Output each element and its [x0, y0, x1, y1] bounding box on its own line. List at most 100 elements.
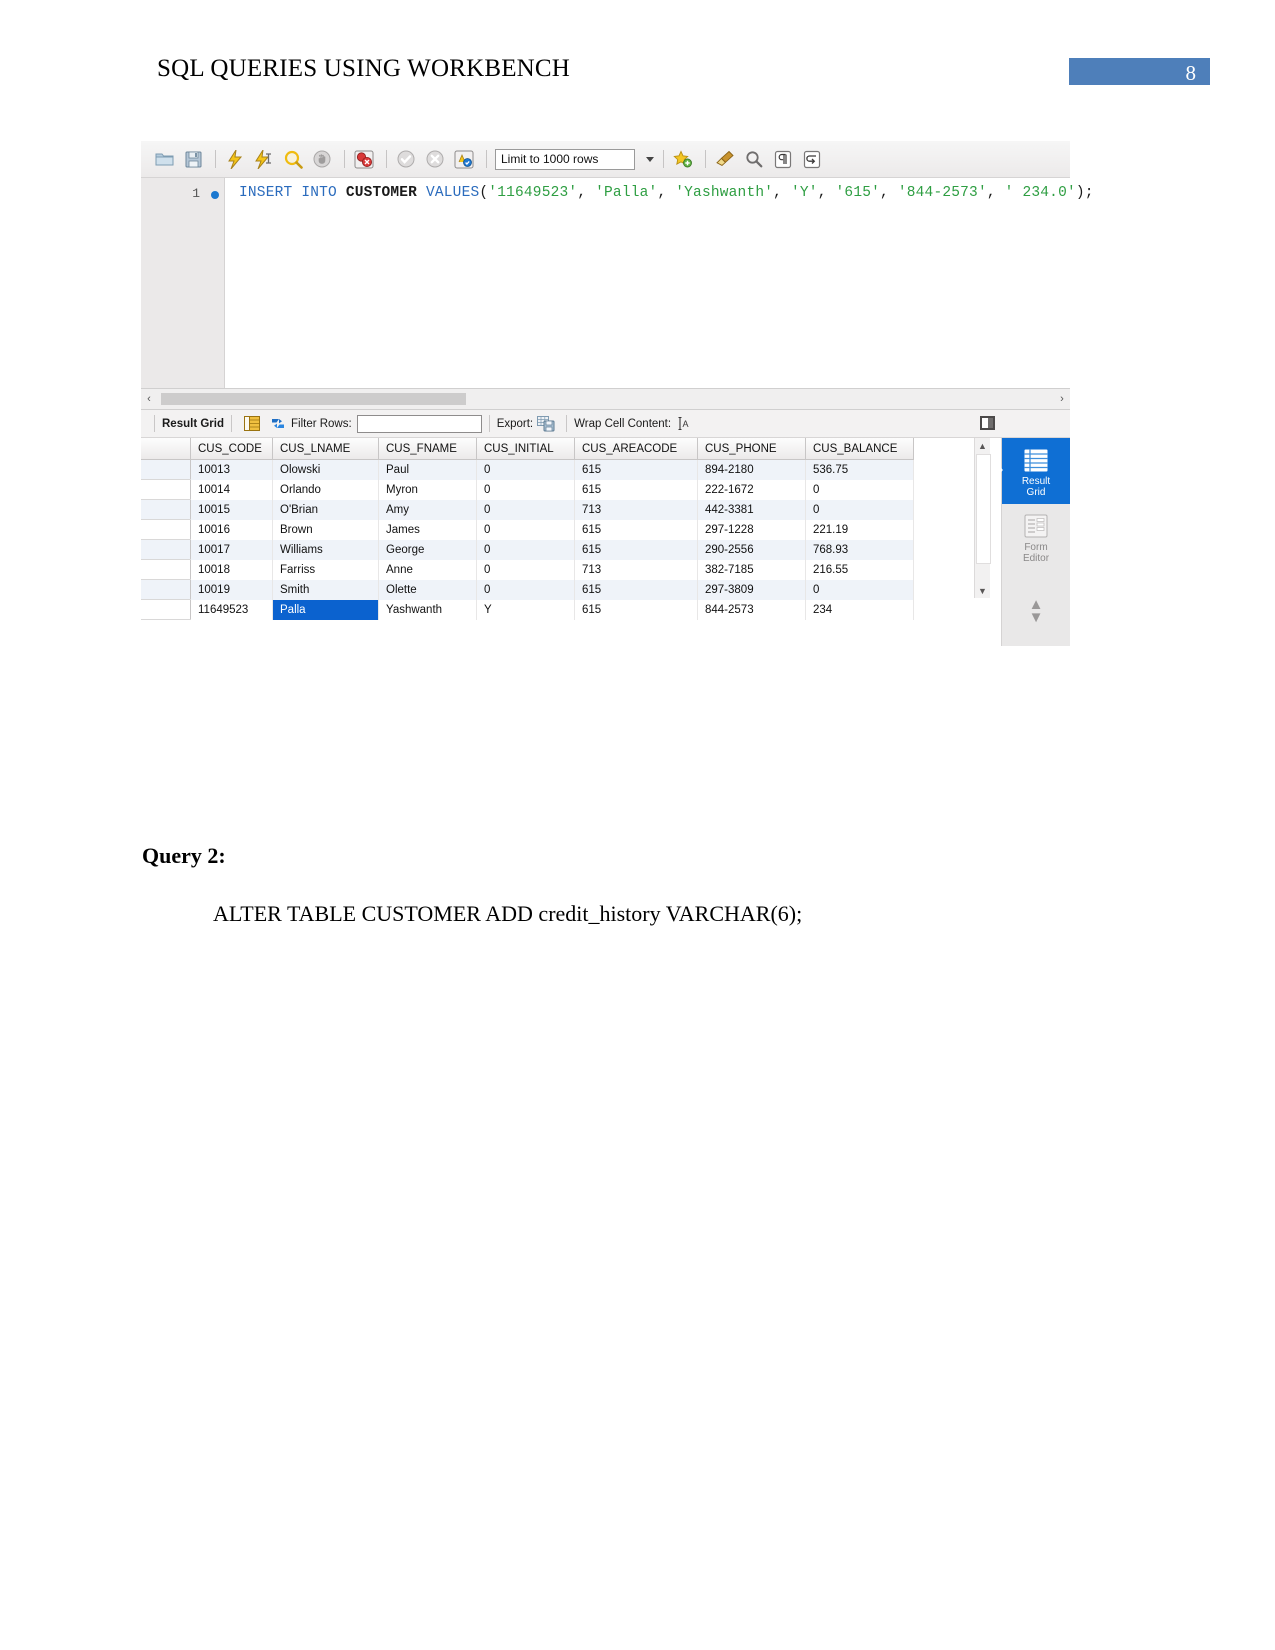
- stop-query-icon[interactable]: [309, 147, 335, 171]
- scrollbar-thumb[interactable]: [161, 393, 466, 405]
- table-row[interactable]: 10017 Williams George 0 615 290-2556 768.93: [141, 539, 914, 560]
- table-cell[interactable]: 0: [476, 559, 575, 580]
- scroll-left-icon[interactable]: ‹: [141, 389, 157, 409]
- table-cell[interactable]: Orlando: [272, 479, 379, 500]
- table-cell[interactable]: 615: [574, 539, 698, 560]
- column-header[interactable]: CUS_BALANCE: [805, 438, 914, 460]
- filter-rows-input[interactable]: [356, 414, 482, 433]
- table-cell[interactable]: 11649523: [190, 599, 273, 620]
- table-cell[interactable]: 0: [476, 479, 575, 500]
- table-cell[interactable]: 10013: [190, 459, 273, 480]
- table-cell[interactable]: 536.75: [805, 459, 914, 480]
- save-snippet-icon[interactable]: [670, 147, 696, 171]
- wrap-cell-content-icon[interactable]: A: [674, 414, 694, 434]
- sql-editor[interactable]: 1 INSERT INTO CUSTOMER VALUES('11649523'…: [141, 178, 1094, 389]
- grid-vertical-scrollbar[interactable]: ▲ ▼: [974, 438, 991, 598]
- execute-statement-icon[interactable]: [222, 147, 248, 171]
- scroll-right-icon[interactable]: ›: [1054, 389, 1070, 409]
- table-cell[interactable]: 615: [574, 459, 698, 480]
- table-cell[interactable]: Palla: [272, 599, 379, 620]
- table-cell[interactable]: James: [378, 519, 477, 540]
- row-selector[interactable]: [141, 599, 191, 620]
- column-header[interactable]: CUS_FNAME: [378, 438, 477, 460]
- toggle-autocommit-icon[interactable]: [451, 147, 477, 171]
- editor-horizontal-scrollbar[interactable]: ‹ ›: [141, 389, 1070, 410]
- row-selector[interactable]: [141, 459, 191, 480]
- toggle-side-panel-icon[interactable]: [980, 416, 995, 430]
- rollback-icon[interactable]: [422, 147, 448, 171]
- column-header[interactable]: CUS_AREACODE: [574, 438, 698, 460]
- table-cell[interactable]: 10017: [190, 539, 273, 560]
- table-cell[interactable]: 382-7185: [697, 559, 806, 580]
- table-cell[interactable]: Paul: [378, 459, 477, 480]
- side-tab-scroll-controls[interactable]: ▲ ▼: [1002, 597, 1070, 625]
- export-recordset-icon[interactable]: [536, 414, 556, 434]
- column-header[interactable]: CUS_CODE: [190, 438, 273, 460]
- chevron-down-icon[interactable]: ▼: [1029, 610, 1044, 625]
- table-cell[interactable]: 0: [805, 499, 914, 520]
- beautify-sql-icon[interactable]: [712, 147, 738, 171]
- table-cell[interactable]: 713: [574, 559, 698, 580]
- scroll-down-icon[interactable]: ▼: [975, 583, 990, 598]
- row-selector[interactable]: [141, 559, 191, 580]
- table-cell[interactable]: 0: [805, 479, 914, 500]
- table-row[interactable]: 10014 Orlando Myron 0 615 222-1672 0: [141, 479, 914, 500]
- table-row[interactable]: 10015 O'Brian Amy 0 713 442-3381 0: [141, 499, 914, 520]
- sql-statement-line[interactable]: INSERT INTO CUSTOMER VALUES('11649523', …: [239, 185, 1094, 201]
- table-cell[interactable]: Farriss: [272, 559, 379, 580]
- toggle-wrapping-icon[interactable]: [799, 147, 825, 171]
- table-cell[interactable]: 0: [476, 539, 575, 560]
- table-cell[interactable]: 615: [574, 579, 698, 600]
- table-cell[interactable]: Myron: [378, 479, 477, 500]
- table-cell[interactable]: 844-2573: [697, 599, 806, 620]
- table-cell[interactable]: 10019: [190, 579, 273, 600]
- row-selector[interactable]: [141, 479, 191, 500]
- table-cell[interactable]: 615: [574, 479, 698, 500]
- table-cell[interactable]: 615: [574, 519, 698, 540]
- table-cell[interactable]: Brown: [272, 519, 379, 540]
- table-cell[interactable]: Y: [476, 599, 575, 620]
- explain-query-icon[interactable]: [280, 147, 306, 171]
- scroll-up-icon[interactable]: ▲: [975, 438, 990, 453]
- table-row[interactable]: 10019 Smith Olette 0 615 297-3809 0: [141, 579, 914, 600]
- table-cell[interactable]: 768.93: [805, 539, 914, 560]
- table-cell[interactable]: O'Brian: [272, 499, 379, 520]
- row-selector[interactable]: [141, 539, 191, 560]
- column-header[interactable]: CUS_PHONE: [697, 438, 806, 460]
- refresh-icon[interactable]: [268, 414, 288, 434]
- row-selector[interactable]: [141, 499, 191, 520]
- table-cell[interactable]: 0: [476, 459, 575, 480]
- table-cell[interactable]: 10015: [190, 499, 273, 520]
- table-cell[interactable]: 894-2180: [697, 459, 806, 480]
- table-row[interactable]: 10018 Farriss Anne 0 713 382-7185 216.55: [141, 559, 914, 580]
- open-sql-script-icon[interactable]: [151, 147, 177, 171]
- column-header[interactable]: CUS_LNAME: [272, 438, 379, 460]
- table-cell[interactable]: 10016: [190, 519, 273, 540]
- side-tab-result-grid[interactable]: Result Grid: [993, 438, 1070, 504]
- table-cell[interactable]: Williams: [272, 539, 379, 560]
- table-cell[interactable]: 10014: [190, 479, 273, 500]
- table-cell[interactable]: 0: [476, 579, 575, 600]
- table-cell[interactable]: 297-1228: [697, 519, 806, 540]
- table-cell[interactable]: 222-1672: [697, 479, 806, 500]
- scrollbar-thumb[interactable]: [976, 454, 991, 564]
- row-limit-select[interactable]: Limit to 1000 rows: [495, 148, 654, 170]
- table-cell[interactable]: Yashwanth: [378, 599, 477, 620]
- find-icon[interactable]: [741, 147, 767, 171]
- table-cell[interactable]: 221.19: [805, 519, 914, 540]
- table-cell[interactable]: 10018: [190, 559, 273, 580]
- table-cell[interactable]: 234: [805, 599, 914, 620]
- table-cell[interactable]: Anne: [378, 559, 477, 580]
- row-selector[interactable]: [141, 519, 191, 540]
- stop-on-error-icon[interactable]: [351, 147, 377, 171]
- save-sql-script-icon[interactable]: [180, 147, 206, 171]
- row-selector[interactable]: [141, 579, 191, 600]
- column-header[interactable]: CUS_INITIAL: [476, 438, 575, 460]
- table-row[interactable]: 10013 Olowski Paul 0 615 894-2180 536.75: [141, 459, 914, 480]
- table-cell[interactable]: Olowski: [272, 459, 379, 480]
- execute-current-statement-icon[interactable]: [251, 147, 277, 171]
- table-row[interactable]: 11649523 Palla Yashwanth Y 615 844-2573 234: [141, 599, 914, 620]
- table-cell[interactable]: Smith: [272, 579, 379, 600]
- table-cell[interactable]: 0: [476, 499, 575, 520]
- table-cell[interactable]: 442-3381: [697, 499, 806, 520]
